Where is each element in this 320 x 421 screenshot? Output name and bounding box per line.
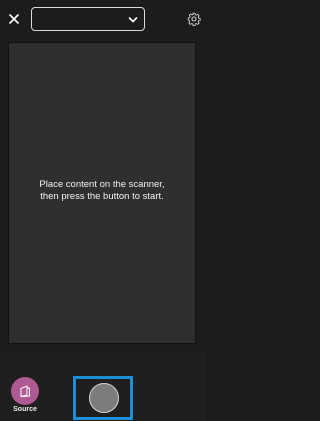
close-button[interactable]	[5, 10, 23, 28]
source-dropdown[interactable]	[31, 7, 145, 31]
instruction-text: Place content on the scanner, then press…	[39, 179, 165, 202]
top-bar	[0, 0, 206, 40]
source-label: Source	[13, 406, 37, 413]
scan-preview-area: Place content on the scanner, then press…	[8, 42, 196, 344]
chevron-down-icon	[128, 17, 138, 23]
scanner-screen: Place content on the scanner, then press…	[0, 0, 206, 421]
capture-focus-frame	[73, 376, 133, 420]
source-icon	[20, 385, 30, 398]
source-button[interactable]: Source	[10, 377, 40, 417]
source-icon-circle	[11, 377, 39, 405]
settings-button[interactable]	[185, 10, 203, 28]
close-icon	[9, 14, 19, 24]
gear-icon	[187, 12, 201, 26]
capture-button[interactable]	[89, 383, 119, 413]
